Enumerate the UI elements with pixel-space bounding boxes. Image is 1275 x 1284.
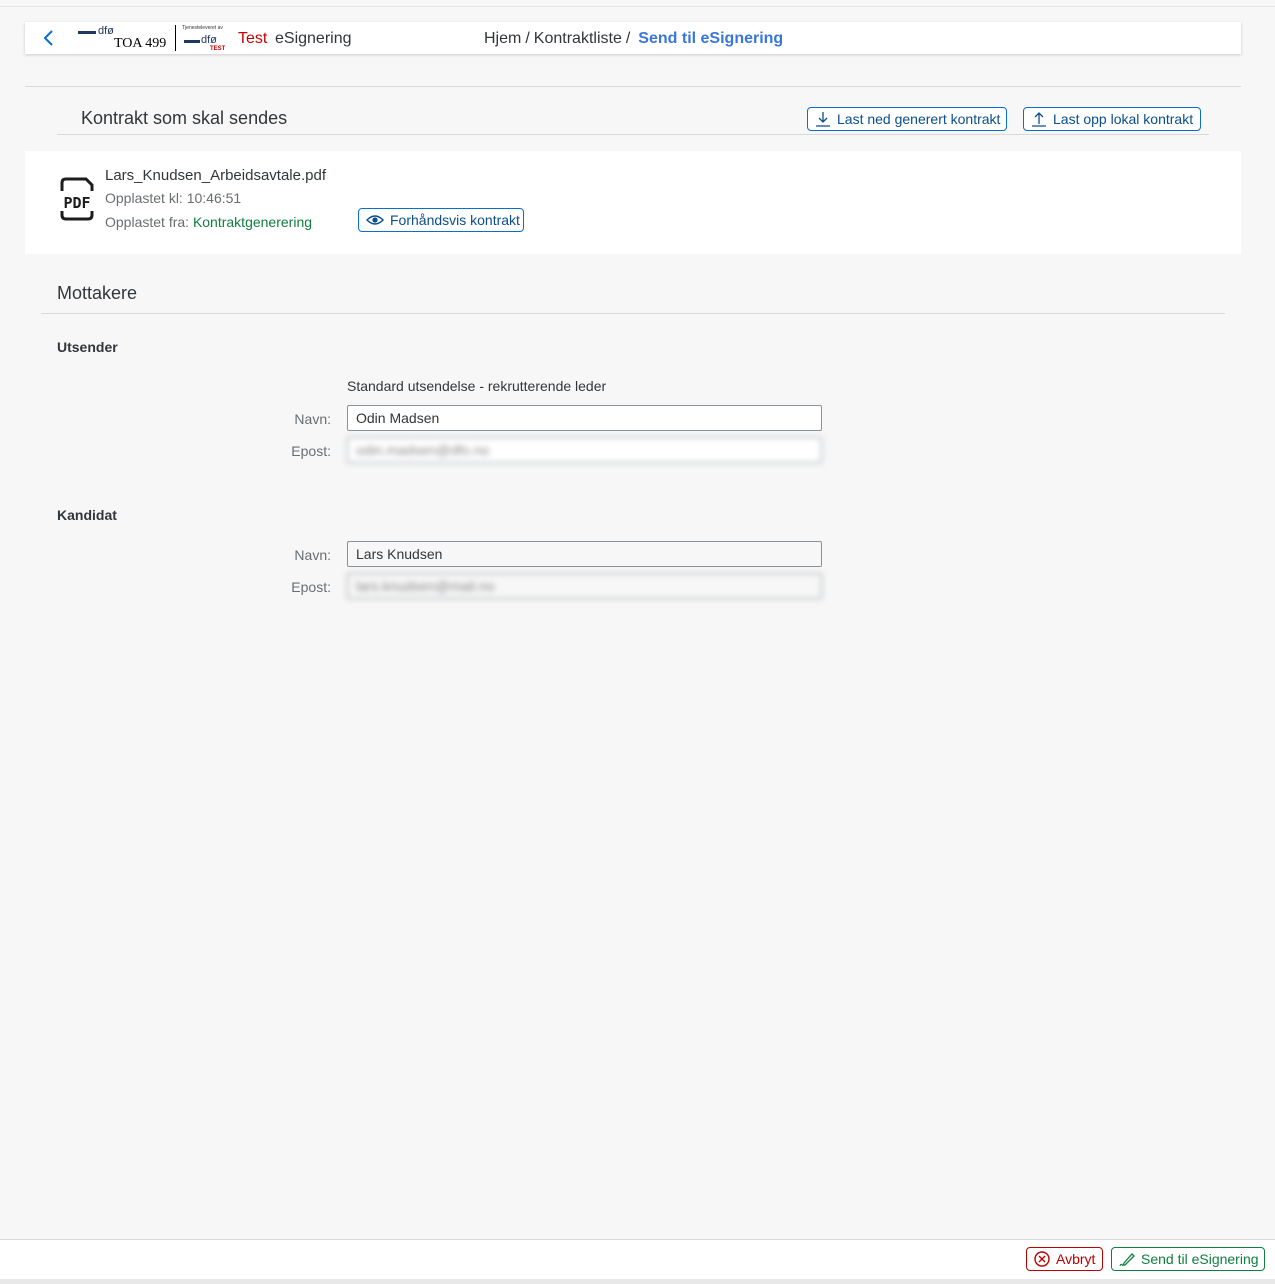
- upload-button-label: Last opp lokal kontrakt: [1053, 111, 1194, 127]
- environment-label: Test: [238, 30, 268, 47]
- download-generated-contract-button[interactable]: Last ned generert kontrakt: [807, 107, 1007, 131]
- candidate-name-label: Navn:: [294, 547, 331, 563]
- send-to-esigning-button[interactable]: Send til eSignering: [1111, 1247, 1265, 1271]
- recipients-section-title: Mottakere: [57, 283, 138, 303]
- footer-toolbar: Avbryt Send til eSignering: [0, 1239, 1275, 1280]
- breadcrumb-home[interactable]: Hjem: [484, 30, 521, 47]
- download-icon: [816, 112, 830, 127]
- signature-pen-icon: [1119, 1253, 1135, 1267]
- upload-local-contract-button[interactable]: Last opp lokal kontrakt: [1023, 107, 1201, 131]
- breadcrumb-current: Send til eSignering: [638, 30, 784, 47]
- file-name: Lars_Knudsen_Arbeidsavtale.pdf: [105, 167, 326, 184]
- logo-test-text: TEST: [210, 46, 226, 52]
- section-divider: [57, 134, 1209, 135]
- candidate-email-input[interactable]: [347, 573, 822, 599]
- uploaded-from: Opplastet fra: Kontraktgenerering: [105, 214, 312, 230]
- candidate-email-label: Epost:: [291, 579, 331, 595]
- uploaded-time: Opplastet kl: 10:46:51: [105, 190, 242, 206]
- sender-email-input[interactable]: [347, 437, 822, 463]
- logo-stripe: [78, 31, 96, 34]
- sender-mode-text: Standard utsendelse - rekrutterende lede…: [347, 378, 607, 394]
- app-title: eSignering: [275, 30, 352, 47]
- sender-name-input[interactable]: [347, 405, 822, 431]
- logo-separator: [175, 25, 176, 51]
- top-border: [0, 6, 1275, 7]
- cancel-button-label: Avbryt: [1056, 1251, 1096, 1267]
- download-button-label: Last ned generert kontrakt: [837, 111, 1001, 127]
- preview-button-label: Forhåndsvis kontrakt: [390, 212, 520, 228]
- section-divider: [41, 313, 1225, 314]
- dfo-toa-logo: dfø TOA 499: [78, 25, 168, 51]
- breadcrumb-contract-list[interactable]: Kontraktliste: [534, 30, 622, 47]
- candidate-group-title: Kandidat: [57, 507, 117, 523]
- uploaded-from-label: Opplastet fra:: [105, 214, 190, 230]
- send-button-label: Send til eSignering: [1141, 1251, 1259, 1267]
- sender-group-title: Utsender: [57, 339, 118, 355]
- eye-icon: [366, 215, 384, 225]
- divider: [25, 86, 1241, 87]
- pdf-icon: PDF: [56, 177, 98, 221]
- logo-dfo-text: dfø: [98, 25, 114, 37]
- upload-icon: [1032, 112, 1046, 127]
- logo-service-text: Tjenesteleveret av: [182, 25, 223, 31]
- back-button[interactable]: [39, 28, 59, 48]
- logo-dfo-text: dfø: [201, 34, 217, 46]
- dfo-test-logo: Tjenesteleveret av dfø TEST: [182, 25, 232, 53]
- candidate-name-input[interactable]: [347, 541, 822, 567]
- app-header: dfø TOA 499 Tjenesteleveret av dfø TEST …: [25, 22, 1241, 54]
- sender-email-label: Epost:: [291, 443, 331, 459]
- contract-section-title: Kontrakt som skal sendes: [81, 108, 288, 128]
- cancel-circle-icon: [1034, 1251, 1050, 1267]
- cancel-button[interactable]: Avbryt: [1026, 1247, 1103, 1271]
- uploaded-from-value: Kontraktgenerering: [192, 214, 313, 230]
- chevron-left-icon: [43, 30, 53, 46]
- sender-name-label: Navn:: [294, 411, 331, 427]
- pdf-icon-label: PDF: [63, 194, 90, 212]
- logo-toa-text: TOA 499: [114, 36, 167, 51]
- breadcrumb: Hjem / Kontraktliste / Send til eSignering: [484, 30, 784, 47]
- logo-stripe: [184, 40, 200, 43]
- preview-contract-button[interactable]: Forhåndsvis kontrakt: [358, 208, 524, 232]
- footer-bottom-border: [0, 1279, 1275, 1284]
- contract-file-card: PDF Lars_Knudsen_Arbeidsavtale.pdf Oppla…: [25, 151, 1241, 254]
